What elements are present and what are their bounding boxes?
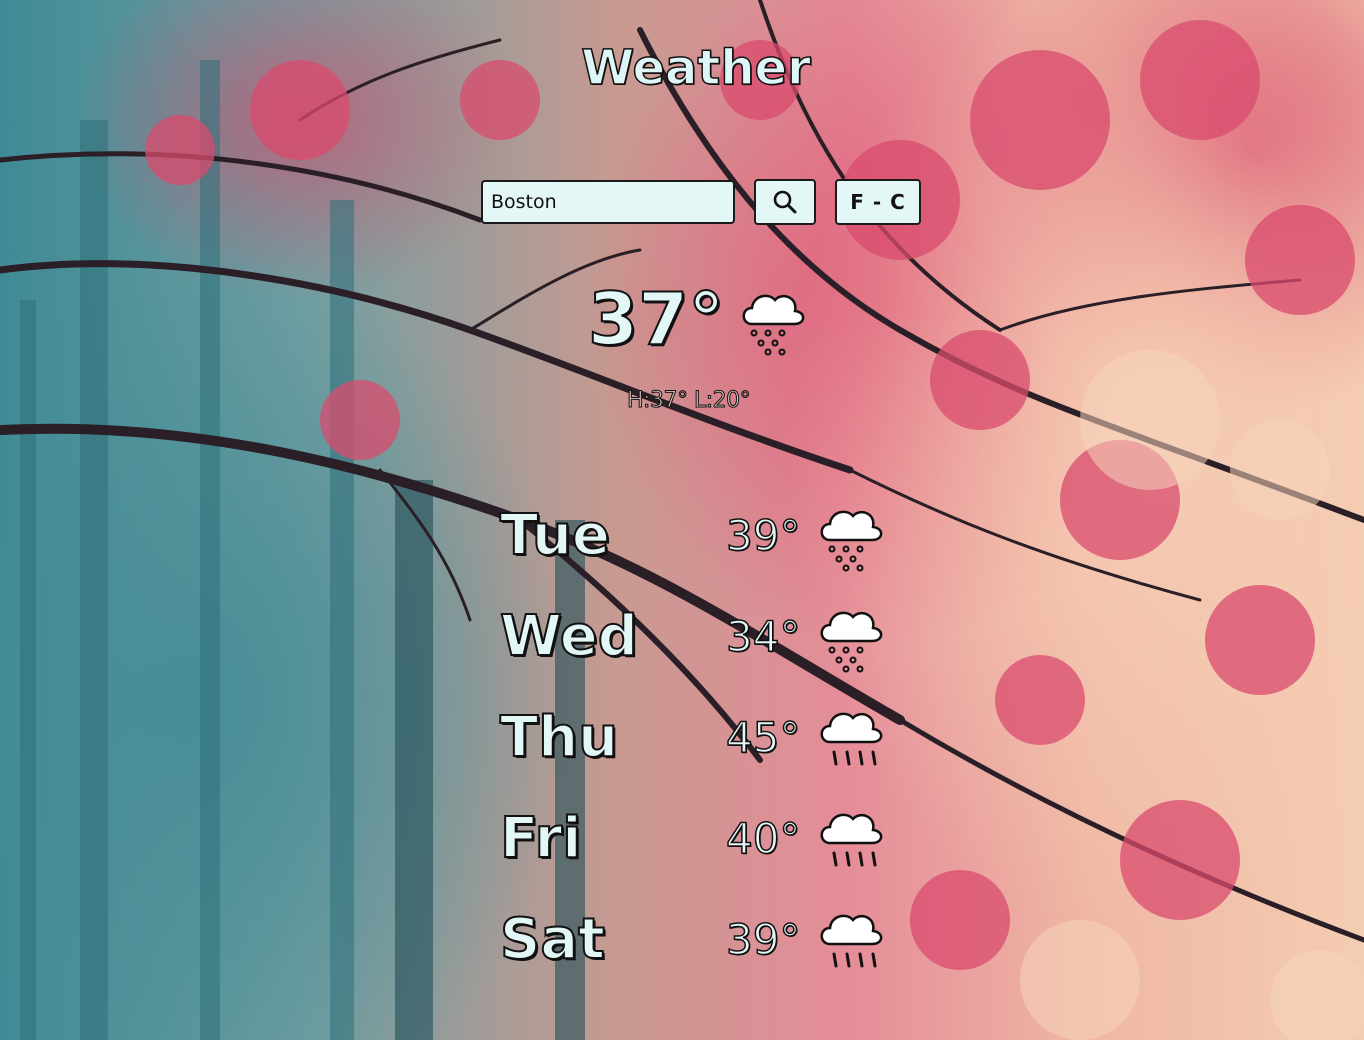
- forecast-day: Sat: [499, 906, 606, 973]
- forecast-day: Fri: [499, 805, 582, 872]
- forecast-row: Tue 39°: [499, 500, 900, 601]
- current-conditions: 37°: [587, 277, 808, 361]
- high-low-temperature: H:37° L:20°: [626, 388, 751, 414]
- rain-cloud-icon: [816, 803, 886, 879]
- snow-cloud-icon: [738, 284, 808, 360]
- app-title: Weather: [580, 39, 811, 97]
- forecast-temp: 39°: [725, 510, 801, 561]
- forecast-row: Wed 34°: [499, 601, 900, 702]
- forecast-list: Tue 39° Wed 34° Thu 45° Fri 40° Sat 39°: [499, 500, 900, 1005]
- forecast-day: Thu: [499, 704, 619, 771]
- magnifier-icon: [773, 190, 797, 214]
- city-search-input[interactable]: [481, 180, 735, 224]
- current-temperature: 37°: [587, 277, 725, 361]
- rain-cloud-icon: [816, 702, 886, 778]
- search-bar: F - C: [481, 179, 921, 225]
- forecast-temp: 39°: [725, 914, 801, 965]
- forecast-temp: 45°: [725, 712, 801, 763]
- forecast-row: Sat 39°: [499, 904, 900, 1005]
- snow-cloud-icon: [816, 601, 886, 677]
- forecast-day: Wed: [499, 603, 639, 670]
- rain-cloud-icon: [816, 904, 886, 980]
- unit-toggle-button[interactable]: F - C: [835, 179, 921, 225]
- forecast-temp: 40°: [725, 813, 801, 864]
- forecast-temp: 34°: [725, 611, 801, 662]
- weather-app: Weather F - C 37°: [0, 0, 1364, 1040]
- search-button[interactable]: [754, 179, 816, 225]
- snow-cloud-icon: [816, 500, 886, 576]
- forecast-day: Tue: [499, 502, 611, 569]
- forecast-row: Fri 40°: [499, 803, 900, 904]
- forecast-row: Thu 45°: [499, 702, 900, 803]
